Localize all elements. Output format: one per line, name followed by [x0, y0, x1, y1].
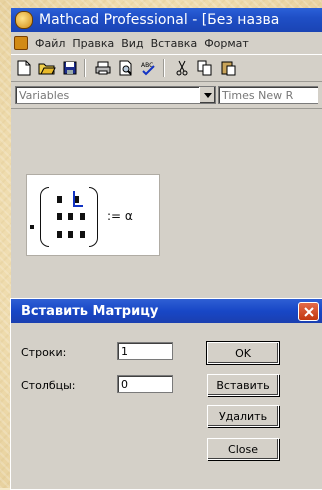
chevron-down-icon[interactable] [199, 87, 215, 103]
columns-label: Столбцы: [21, 379, 76, 392]
save-icon[interactable] [60, 58, 80, 78]
matrix-placeholder[interactable] [68, 213, 73, 220]
columns-input-value: 0 [121, 378, 128, 391]
insert-matrix-dialog: Вставить Матрицу Строки: 1 Столбцы: 0 OK… [10, 298, 322, 490]
menu-bar: Файл Правка Вид Вставка Формат [11, 33, 322, 53]
placeholder-dot [30, 225, 34, 229]
menu-format[interactable]: Формат [204, 37, 249, 50]
document-icon[interactable] [14, 36, 28, 50]
toolbar-separator [84, 59, 86, 77]
print-preview-icon[interactable] [116, 58, 136, 78]
matrix-placeholder[interactable] [57, 213, 62, 220]
menu-insert[interactable]: Вставка [151, 37, 198, 50]
copy-icon[interactable] [195, 58, 215, 78]
rows-label: Строки: [21, 346, 67, 359]
close-button[interactable]: Close [207, 438, 279, 460]
matrix-placeholder[interactable] [80, 231, 85, 238]
formatting-toolbar: Variables Times New R [11, 82, 322, 109]
new-document-icon[interactable] [14, 58, 34, 78]
ok-button[interactable]: OK [207, 342, 279, 364]
menu-edit[interactable]: Правка [72, 37, 114, 50]
toolbar-separator [163, 59, 165, 77]
close-icon[interactable] [298, 302, 319, 321]
rows-input[interactable]: 1 [117, 342, 173, 360]
title-bar[interactable]: Mathcad Professional - [Без назва [11, 8, 322, 32]
rows-input-value: 1 [121, 345, 128, 358]
mathcad-app-icon [15, 11, 33, 29]
assignment-operator: := α [107, 209, 133, 223]
dialog-title-bar[interactable]: Вставить Матрицу [11, 299, 322, 323]
open-folder-icon[interactable] [37, 58, 57, 78]
font-select-value: Times New R [222, 89, 294, 102]
paste-icon[interactable] [218, 58, 238, 78]
matrix-placeholder[interactable] [57, 231, 62, 238]
cut-icon[interactable] [172, 58, 192, 78]
matrix-placeholder[interactable] [80, 213, 85, 220]
menu-view[interactable]: Вид [121, 37, 143, 50]
insert-button[interactable]: Вставить [207, 374, 279, 396]
window-title: Mathcad Professional - [Без назва [39, 12, 280, 28]
menu-file[interactable]: Файл [35, 37, 65, 50]
spell-check-icon[interactable]: ABC [139, 58, 159, 78]
matrix-placeholder[interactable] [57, 196, 62, 203]
edit-cursor [73, 191, 75, 206]
right-bracket [89, 187, 98, 247]
edit-cursor-underline [73, 205, 83, 207]
font-select[interactable]: Times New R [218, 86, 318, 104]
style-select-value: Variables [19, 89, 70, 102]
matrix-placeholder[interactable] [68, 231, 73, 238]
dialog-title: Вставить Матрицу [21, 303, 159, 319]
print-icon[interactable] [93, 58, 113, 78]
columns-input[interactable]: 0 [117, 375, 173, 393]
delete-button[interactable]: Удалить [207, 405, 279, 427]
matrix-3x3[interactable] [40, 187, 98, 247]
matrix-region[interactable]: := α [26, 174, 160, 256]
style-select[interactable]: Variables [15, 86, 216, 104]
left-bracket [40, 187, 49, 247]
standard-toolbar: ABC [11, 54, 322, 82]
